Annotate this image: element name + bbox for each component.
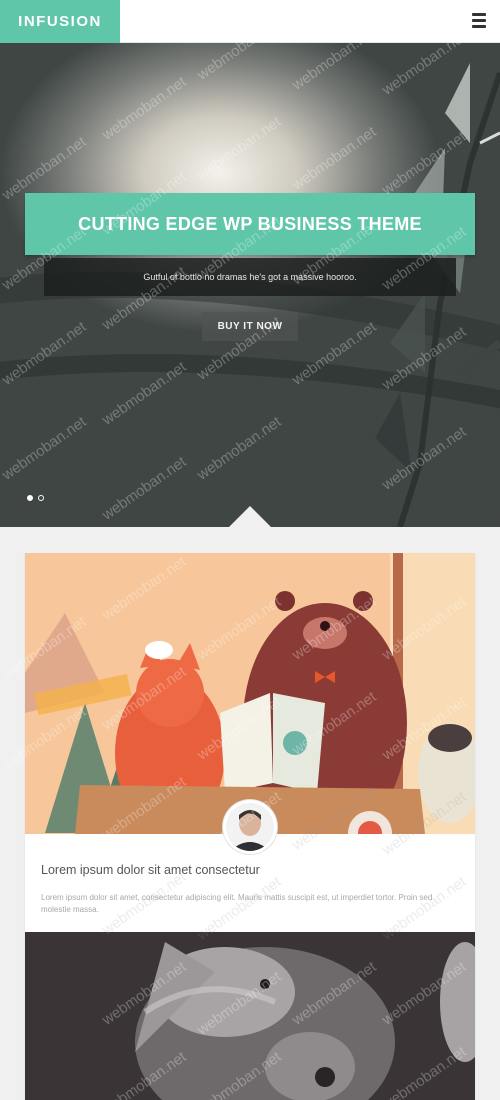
menu-icon-bar bbox=[472, 19, 486, 22]
illustration-wolf bbox=[25, 932, 475, 1100]
site-logo[interactable]: INFUSION bbox=[0, 0, 120, 43]
menu-icon[interactable] bbox=[472, 13, 486, 28]
buy-now-button[interactable]: BUY IT NOW bbox=[202, 312, 298, 341]
slider-dot-1[interactable] bbox=[27, 495, 33, 501]
site-header: INFUSION bbox=[0, 0, 500, 43]
post-excerpt: Lorem ipsum dolor sit amet, consectetur … bbox=[41, 893, 433, 914]
author-photo bbox=[226, 803, 274, 851]
illustration-animals bbox=[25, 553, 475, 834]
hero-subtitle: Gutful of bottlo no dramas he's got a ma… bbox=[44, 258, 456, 296]
post-featured-image[interactable] bbox=[25, 553, 475, 834]
post-image-wolf[interactable] bbox=[25, 932, 475, 1100]
section-notch bbox=[228, 506, 272, 527]
author-avatar[interactable] bbox=[223, 800, 277, 854]
slider-dot-2[interactable] bbox=[38, 495, 44, 501]
hero-slider: CUTTING EDGE WP BUSINESS THEME Gutful of… bbox=[0, 43, 500, 527]
menu-icon-bar bbox=[472, 25, 486, 28]
menu-icon-bar bbox=[472, 13, 486, 16]
slider-pagination bbox=[27, 495, 44, 501]
blog-post-card: Lorem ipsum dolor sit amet consectetur L… bbox=[25, 553, 475, 1100]
hero-title: CUTTING EDGE WP BUSINESS THEME bbox=[25, 193, 475, 255]
post-title[interactable]: Lorem ipsum dolor sit amet consectetur bbox=[41, 863, 461, 877]
